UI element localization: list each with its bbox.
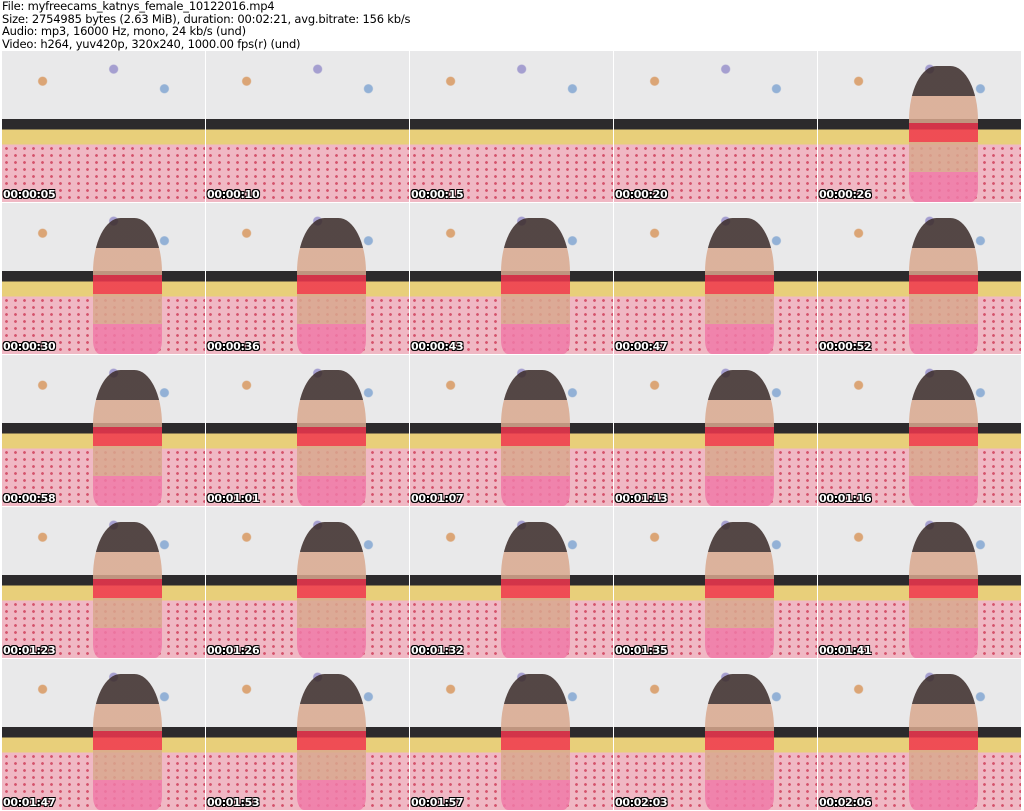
frame-subject — [501, 522, 571, 658]
frame-subject — [909, 66, 979, 202]
frame-subject — [705, 674, 775, 810]
video-frame-thumbnail[interactable]: 00:00:43 — [410, 203, 613, 354]
thumbnail-grid: 00:00:05 00:00:10 00:00:15 00:00:20 00:00:26… — [2, 51, 1021, 810]
frame-timestamp: 00:01:13 — [615, 492, 668, 505]
frame-subject — [501, 218, 571, 354]
video-frame-thumbnail[interactable]: 00:01:07 — [410, 355, 613, 506]
audio-info: Audio: mp3, 16000 Hz, mono, 24 kb/s (und… — [2, 24, 246, 38]
video-frame-thumbnail[interactable]: 00:00:52 — [818, 203, 1021, 354]
frame-timestamp: 00:00:10 — [207, 188, 260, 201]
video-frame-thumbnail[interactable]: 00:00:10 — [206, 51, 409, 202]
frame-timestamp: 00:01:23 — [3, 644, 56, 657]
frame-subject — [501, 370, 571, 506]
frame-timestamp: 00:01:53 — [207, 796, 260, 809]
video-frame-thumbnail[interactable]: 00:01:53 — [206, 659, 409, 810]
frame-timestamp: 00:00:43 — [411, 340, 464, 353]
video-frame-thumbnail[interactable]: 00:01:35 — [614, 507, 817, 658]
frame-timestamp: 00:01:32 — [411, 644, 464, 657]
frame-subject — [93, 218, 163, 354]
frame-timestamp: 00:00:30 — [3, 340, 56, 353]
frame-timestamp: 00:01:01 — [207, 492, 260, 505]
file-name: File: myfreecams_katnys_female_10122016.… — [2, 0, 275, 13]
video-frame-thumbnail[interactable]: 00:00:20 — [614, 51, 817, 202]
video-frame-thumbnail[interactable]: 00:01:16 — [818, 355, 1021, 506]
frame-timestamp: 00:00:52 — [819, 340, 872, 353]
frame-subject — [705, 218, 775, 354]
frame-timestamp: 00:01:16 — [819, 492, 872, 505]
frame-subject — [705, 522, 775, 658]
frame-subject — [297, 522, 367, 658]
video-frame-thumbnail[interactable]: 00:01:26 — [206, 507, 409, 658]
frame-timestamp: 00:01:47 — [3, 796, 56, 809]
video-frame-thumbnail[interactable]: 00:00:05 — [2, 51, 205, 202]
video-info: Video: h264, yuv420p, 320x240, 1000.00 f… — [2, 36, 301, 51]
frame-subject — [93, 370, 163, 506]
video-frame-thumbnail[interactable]: 00:01:41 — [818, 507, 1021, 658]
frame-timestamp: 00:01:26 — [207, 644, 260, 657]
frame-timestamp: 00:00:58 — [3, 492, 56, 505]
video-frame-thumbnail[interactable]: 00:01:57 — [410, 659, 613, 810]
frame-timestamp: 00:00:26 — [819, 188, 872, 201]
frame-timestamp: 00:00:20 — [615, 188, 668, 201]
video-frame-thumbnail[interactable]: 00:01:13 — [614, 355, 817, 506]
frame-timestamp: 00:02:03 — [615, 796, 668, 809]
frame-subject — [909, 218, 979, 354]
frame-timestamp: 00:01:07 — [411, 492, 464, 505]
video-frame-thumbnail[interactable]: 00:00:36 — [206, 203, 409, 354]
frame-subject — [909, 522, 979, 658]
frame-subject — [297, 674, 367, 810]
frame-subject — [297, 370, 367, 506]
video-frame-thumbnail[interactable]: 00:01:01 — [206, 355, 409, 506]
video-frame-thumbnail[interactable]: 00:00:26 — [818, 51, 1021, 202]
video-frame-thumbnail[interactable]: 00:00:15 — [410, 51, 613, 202]
frame-timestamp: 00:00:36 — [207, 340, 260, 353]
frame-subject — [909, 674, 979, 810]
frame-subject — [93, 674, 163, 810]
video-frame-thumbnail[interactable]: 00:00:30 — [2, 203, 205, 354]
video-frame-thumbnail[interactable]: 00:00:47 — [614, 203, 817, 354]
frame-subject — [705, 370, 775, 506]
frame-subject — [909, 370, 979, 506]
video-frame-thumbnail[interactable]: 00:01:47 — [2, 659, 205, 810]
frame-timestamp: 00:00:05 — [3, 188, 56, 201]
frame-subject — [297, 218, 367, 354]
frame-timestamp: 00:02:06 — [819, 796, 872, 809]
video-frame-thumbnail[interactable]: 00:01:23 — [2, 507, 205, 658]
video-frame-thumbnail[interactable]: 00:02:06 — [818, 659, 1021, 810]
frame-subject — [501, 674, 571, 810]
video-frame-thumbnail[interactable]: 00:00:58 — [2, 355, 205, 506]
video-frame-thumbnail[interactable]: 00:01:32 — [410, 507, 613, 658]
frame-timestamp: 00:01:35 — [615, 644, 668, 657]
frame-timestamp: 00:01:57 — [411, 796, 464, 809]
frame-timestamp: 00:01:41 — [819, 644, 872, 657]
frame-timestamp: 00:00:47 — [615, 340, 668, 353]
video-frame-thumbnail[interactable]: 00:02:03 — [614, 659, 817, 810]
frame-timestamp: 00:00:15 — [411, 188, 464, 201]
frame-subject — [93, 522, 163, 658]
file-info-header: File: myfreecams_katnys_female_10122016.… — [2, 0, 411, 51]
